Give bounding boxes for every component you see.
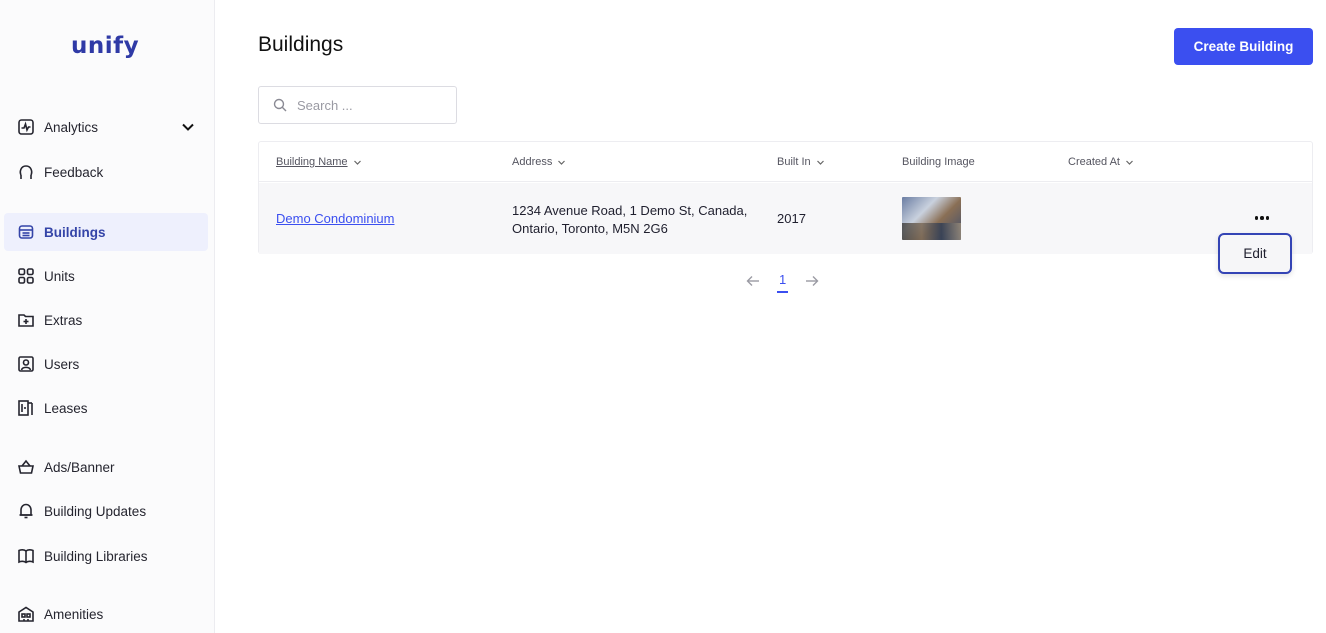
sort-chevron-icon — [816, 160, 824, 165]
book-icon — [17, 547, 35, 565]
user-icon — [17, 355, 35, 373]
analytics-icon — [17, 118, 35, 136]
amenities-icon — [17, 605, 35, 623]
basket-icon — [17, 458, 35, 476]
sort-chevron-icon — [353, 160, 361, 165]
sidebar-item-label: Ads/Banner — [44, 459, 115, 475]
sidebar-item-label: Extras — [44, 312, 83, 328]
pagination: 1 — [745, 268, 820, 293]
sidebar-item-building-updates[interactable]: Building Updates — [4, 492, 208, 530]
column-header-built-in[interactable]: Built In — [777, 156, 825, 168]
building-icon — [17, 223, 35, 241]
bell-icon — [17, 502, 35, 520]
sidebar-item-analytics[interactable]: Analytics — [4, 108, 208, 146]
arrow-right-icon[interactable] — [804, 273, 820, 289]
sort-chevron-icon — [558, 160, 566, 165]
sidebar-item-label: Feedback — [44, 164, 104, 180]
sort-chevron-icon — [1126, 160, 1133, 165]
search-input[interactable] — [297, 97, 447, 113]
sidebar-item-label: Leases — [44, 400, 88, 416]
grid-icon — [17, 267, 35, 285]
buildings-table: Building Name Address Built In Building … — [258, 141, 1313, 254]
sidebar-item-label: Units — [44, 268, 75, 284]
page-title: Buildings — [258, 33, 344, 56]
sidebar-item-label: Buildings — [44, 224, 106, 240]
sidebar-item-label: Users — [44, 356, 80, 372]
address-cell: 1234 Avenue Road, 1 Demo St, Canada, Ont… — [512, 203, 748, 236]
create-building-button[interactable]: Create Building — [1174, 28, 1313, 65]
chevron-down-icon[interactable] — [180, 119, 196, 135]
row-actions-menu-icon[interactable] — [1252, 210, 1272, 226]
search-icon — [273, 98, 287, 112]
main-content: Buildings Create Building Building Name … — [215, 0, 1326, 633]
sidebar-item-units[interactable]: Units — [4, 257, 208, 295]
table-row: Demo Condominium 1234 Avenue Road, 1 Dem… — [259, 183, 1312, 254]
app-logo: unify — [71, 33, 140, 59]
column-header-address[interactable]: Address — [512, 156, 566, 168]
sidebar-item-building-libraries[interactable]: Building Libraries — [4, 537, 208, 575]
sidebar-item-label: Building Updates — [44, 503, 147, 519]
sidebar-item-label: Analytics — [44, 119, 99, 135]
building-image-thumbnail[interactable] — [902, 197, 961, 240]
app-root: unify Analytics Feedback Buildings Units… — [0, 0, 1326, 633]
sidebar-item-users[interactable]: Users — [4, 345, 208, 383]
sidebar-item-label: Building Libraries — [44, 548, 148, 564]
sidebar-item-label: Amenities — [44, 606, 104, 622]
sidebar: unify Analytics Feedback Buildings Units… — [0, 0, 215, 633]
column-header-building-image: Building Image — [902, 156, 975, 168]
sidebar-item-extras[interactable]: Extras — [4, 301, 208, 339]
building-name-link[interactable]: Demo Condominium — [276, 211, 395, 226]
built-in-cell: 2017 — [777, 211, 806, 226]
lease-icon — [17, 399, 35, 417]
sidebar-item-amenities[interactable]: Amenities — [4, 595, 208, 633]
search-box — [258, 86, 457, 124]
folder-plus-icon — [17, 311, 35, 329]
sidebar-item-ads-banner[interactable]: Ads/Banner — [4, 448, 208, 486]
feedback-icon — [17, 163, 35, 181]
sidebar-item-leases[interactable]: Leases — [4, 389, 208, 427]
edit-menu-item[interactable]: Edit — [1218, 233, 1292, 274]
page-number-current[interactable]: 1 — [777, 268, 789, 293]
sidebar-item-feedback[interactable]: Feedback — [4, 153, 208, 191]
column-header-building-name[interactable]: Building Name — [276, 156, 362, 168]
table-header: Building Name Address Built In Building … — [259, 142, 1312, 182]
sidebar-item-buildings[interactable]: Buildings — [4, 213, 208, 251]
arrow-left-icon[interactable] — [745, 273, 761, 289]
column-header-created-at[interactable]: Created At — [1068, 156, 1134, 168]
